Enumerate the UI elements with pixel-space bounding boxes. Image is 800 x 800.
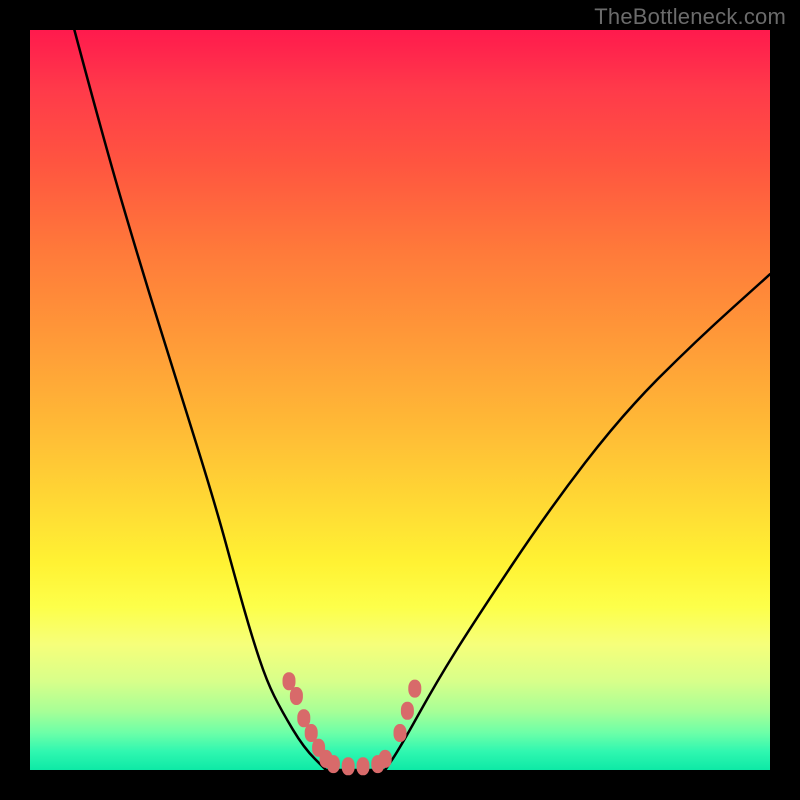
plot-area bbox=[30, 30, 770, 770]
marker-dot bbox=[357, 757, 370, 775]
marker-dot bbox=[379, 750, 392, 768]
marker-dot bbox=[290, 687, 303, 705]
bottleneck-curve-path bbox=[74, 30, 770, 770]
marker-dot bbox=[401, 702, 414, 720]
marker-dot bbox=[394, 724, 407, 742]
marker-group bbox=[283, 672, 422, 775]
bottleneck-curve bbox=[74, 30, 770, 770]
curve-layer bbox=[30, 30, 770, 770]
marker-dot bbox=[305, 724, 318, 742]
marker-dot bbox=[342, 757, 355, 775]
marker-dot bbox=[297, 709, 310, 727]
watermark-text: TheBottleneck.com bbox=[594, 4, 786, 30]
marker-dot bbox=[408, 680, 421, 698]
chart-frame: TheBottleneck.com bbox=[0, 0, 800, 800]
marker-dot bbox=[283, 672, 296, 690]
marker-dot bbox=[327, 755, 340, 773]
